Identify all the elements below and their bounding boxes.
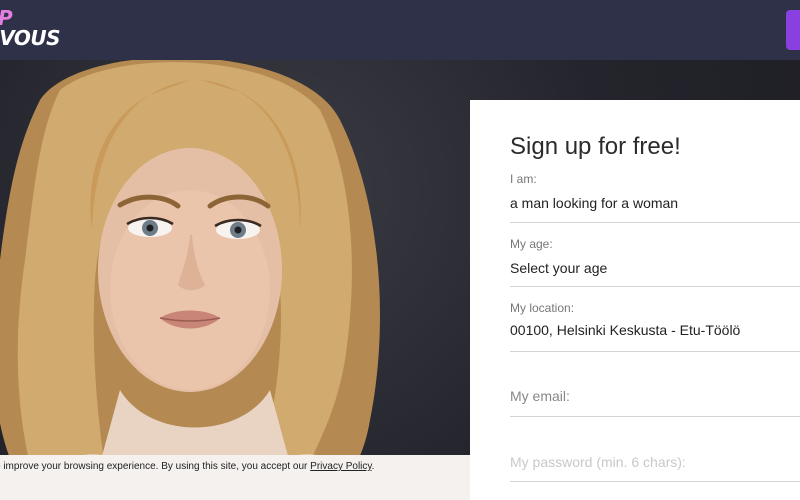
gender-preference-value: a man looking for a woman (510, 195, 679, 211)
location-value: 00100, Helsinki Keskusta - Etu-Töölö (510, 322, 741, 338)
gender-preference-label: I am: (510, 172, 537, 186)
cookie-message: o improve your browsing experience. By u… (0, 461, 374, 472)
age-label: My age: (510, 237, 553, 251)
signup-title: Sign up for free! (510, 133, 681, 160)
top-header: P DEZVOUS (0, 0, 800, 60)
signup-form: Sign up for free! I am: a man looking fo… (470, 100, 800, 500)
privacy-policy-link[interactable]: Privacy Policy (310, 461, 372, 472)
age-value: Select your age (510, 260, 608, 276)
site-logo[interactable]: P DEZVOUS (0, 8, 61, 50)
logo-line-1: P (0, 8, 60, 28)
password-placeholder: My password (min. 6 chars): (510, 454, 686, 470)
password-field[interactable]: My password (min. 6 chars): (510, 440, 800, 482)
cookie-consent-bar: o improve your browsing experience. By u… (0, 455, 470, 500)
location-label: My location: (510, 301, 575, 315)
email-placeholder: My email: (510, 388, 570, 404)
cookie-message-text: o improve your browsing experience. By u… (0, 461, 311, 472)
header-action-button[interactable] (786, 10, 800, 50)
page: P DEZVOUS (0, 0, 800, 500)
email-field[interactable]: My email: (510, 372, 800, 417)
gender-preference-select[interactable]: I am: a man looking for a woman (510, 172, 800, 223)
logo-line-2: DEZVOUS (0, 26, 61, 50)
location-input[interactable]: My location: 00100, Helsinki Keskusta - … (510, 301, 800, 352)
cookie-message-end: . (371, 461, 375, 472)
age-select[interactable]: My age: Select your age (510, 237, 800, 287)
